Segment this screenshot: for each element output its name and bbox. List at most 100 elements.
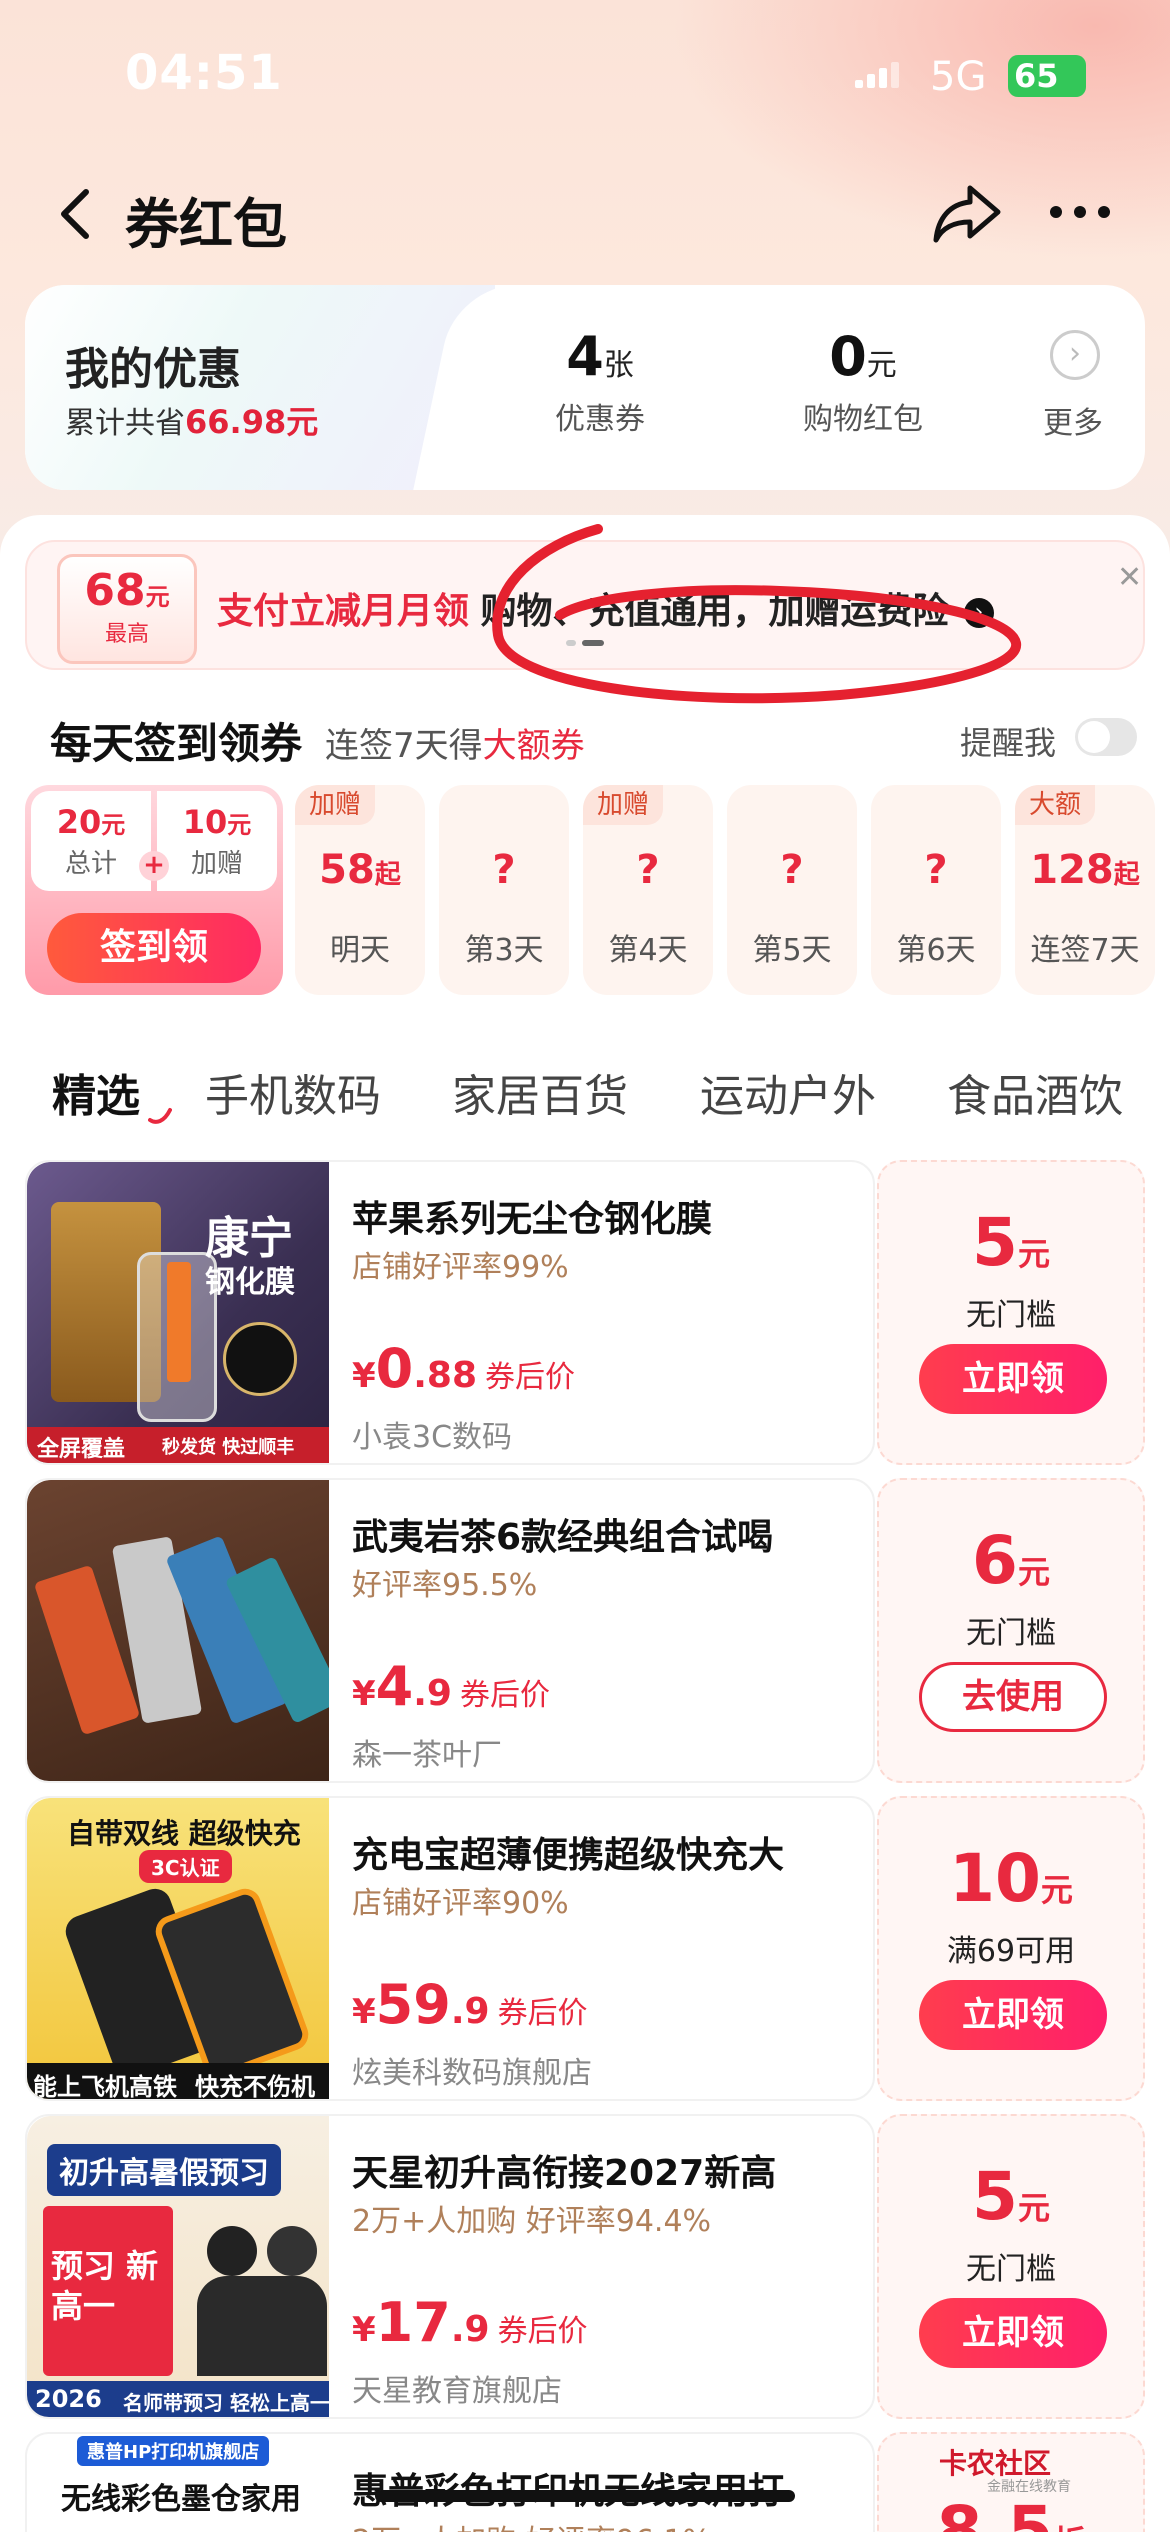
image-footer-text: 2026 xyxy=(35,2385,102,2413)
day-suffix: 起 xyxy=(374,860,401,890)
coupon-count-label: 优惠券 xyxy=(555,402,645,437)
coupon-unit: 元 xyxy=(1017,1235,1050,1273)
product-image: 康宁 钢化膜 全屏覆盖 秒发货 快过顺丰 xyxy=(27,1162,329,1463)
sign-in-card[interactable]: 20元 总计 10元 加赠 + 签到领 xyxy=(25,785,283,995)
tab-outdoor[interactable]: 运动户外 xyxy=(700,1060,876,1124)
sign-total-value: 20 xyxy=(56,803,102,841)
product-card[interactable]: 武夷岩茶6款经典组合试喝 好评率95.5% ¥4.9 券后价 森一茶叶厂 6元 无… xyxy=(25,1478,1145,1783)
tab-digital[interactable]: 手机数码 xyxy=(205,1060,381,1124)
claim-button[interactable]: 立即领 xyxy=(919,2298,1107,2368)
saved-amount: 66.98元 xyxy=(185,403,319,441)
teacher-avatar xyxy=(207,2226,257,2276)
remind-toggle[interactable] xyxy=(1075,718,1137,756)
day-label: 第3天 xyxy=(464,933,544,968)
product-info[interactable]: 惠普HP打印机旗舰店 无线彩色墨仓家用 惠普彩色打印机无线家用打 2万+人加购 … xyxy=(25,2432,875,2532)
product-meta: 好评率95.5% xyxy=(352,1568,538,1603)
price-dec: .9 xyxy=(450,2309,490,2350)
price-after: 券后价 xyxy=(497,1996,588,2031)
product-meta: 店铺好评率99% xyxy=(352,1250,569,1285)
product-image-subtext: 惠普HP打印机旗舰店 xyxy=(77,2436,270,2466)
day-suffix: 起 xyxy=(1113,860,1140,890)
plus-icon: + xyxy=(139,851,169,881)
coupon-amount: 6 xyxy=(972,1522,1018,1599)
chevron-right-icon[interactable]: › xyxy=(1050,330,1100,380)
sign-in-sub-highlight: 大额券 xyxy=(482,726,585,766)
red-packet-count[interactable]: 0元 购物红包 xyxy=(803,325,923,438)
coupon-unit: 元 xyxy=(1040,1871,1073,1909)
day-value: ? xyxy=(780,847,804,893)
tab-home[interactable]: 家居百货 xyxy=(452,1060,628,1124)
network-label: 5G xyxy=(930,54,987,100)
product-card[interactable]: 初升高暑假预习 预习 新高一 2026 名师带预习 轻松上高一 天星初升高衔接2… xyxy=(25,2114,1145,2419)
product-info[interactable]: 康宁 钢化膜 全屏覆盖 秒发货 快过顺丰 苹果系列无尘仓钢化膜 店铺好评率99%… xyxy=(25,1160,875,1465)
image-footer: 2026 名师带预习 轻松上高一 xyxy=(27,2381,329,2417)
price-dec: .88 xyxy=(413,1355,478,1396)
sign-in-button[interactable]: 签到领 xyxy=(47,913,261,983)
sign-in-sub-prefix: 连签7天得 xyxy=(325,726,483,766)
product-info[interactable]: 自带双线 超级快充 3C认证 能上飞机高铁 快充不伤机 充电宝超薄便携超级快充大… xyxy=(25,1796,875,2101)
price-dec: .9 xyxy=(450,1991,490,2032)
product-card[interactable]: 康宁 钢化膜 全屏覆盖 秒发货 快过顺丰 苹果系列无尘仓钢化膜 店铺好评率99%… xyxy=(25,1160,1145,1465)
product-meta: 店铺好评率90% xyxy=(352,1886,569,1921)
product-info[interactable]: 武夷岩茶6款经典组合试喝 好评率95.5% ¥4.9 券后价 森一茶叶厂 xyxy=(25,1478,875,1783)
product-title: 武夷岩茶6款经典组合试喝 xyxy=(352,1517,774,1558)
tab-food[interactable]: 食品酒饮 xyxy=(947,1060,1123,1124)
promo-tag-unit: 元 xyxy=(145,583,170,611)
day-label: 明天 xyxy=(330,933,390,968)
red-packet-value: 0 xyxy=(829,325,867,388)
day-label: 连签7天 xyxy=(1030,933,1140,968)
coupon-amount: 5 xyxy=(972,2158,1018,2235)
sign-bonus-value: 10 xyxy=(182,803,228,841)
product-image: 惠普HP打印机旗舰店 无线彩色墨仓家用 xyxy=(27,2434,329,2532)
image-footer-text: 秒发货 快过顺丰 xyxy=(162,1437,295,1458)
teacher-avatar xyxy=(267,2226,317,2276)
benefit-saved: 累计共省66.98元 xyxy=(65,397,318,443)
more-icon[interactable] xyxy=(1050,206,1114,220)
coupon-count[interactable]: 4张 优惠券 xyxy=(555,325,645,438)
home-indicator[interactable] xyxy=(375,2490,795,2502)
coupon-condition: 无门槛 xyxy=(966,1616,1056,1651)
image-footer-text: 全屏覆盖 xyxy=(37,1437,126,1462)
product-meta: 2万+人加购 好评率94.4% xyxy=(352,2204,712,2239)
price-after: 券后价 xyxy=(497,2314,588,2349)
day-badge: 加赠 xyxy=(295,785,376,825)
product-image: 初升高暑假预习 预习 新高一 2026 名师带预习 轻松上高一 xyxy=(27,2116,329,2417)
product-title: 苹果系列无尘仓钢化膜 xyxy=(352,1199,713,1240)
claim-button[interactable]: 立即领 xyxy=(919,1980,1107,2050)
price-after: 券后价 xyxy=(459,1678,550,1713)
shop-name: 森一茶叶厂 xyxy=(352,1738,502,1773)
product-card[interactable]: 自带双线 超级快充 3C认证 能上飞机高铁 快充不伤机 充电宝超薄便携超级快充大… xyxy=(25,1796,1145,2101)
my-benefits-card[interactable]: 我的优惠 累计共省66.98元 4张 优惠券 0元 购物红包 › 更多 xyxy=(25,285,1145,490)
promo-text-red: 支付立减月月领 xyxy=(217,591,470,632)
product-price: ¥0.88 券后价 xyxy=(352,1337,576,1400)
status-time: 04:51 xyxy=(125,45,283,101)
product-info[interactable]: 初升高暑假预习 预习 新高一 2026 名师带预习 轻松上高一 天星初升高衔接2… xyxy=(25,2114,875,2419)
sign-in-subtitle: 连签7天得大额券 xyxy=(325,718,585,767)
product-image: 自带双线 超级快充 3C认证 能上飞机高铁 快充不伤机 xyxy=(27,1798,329,2099)
day-badge: 加赠 xyxy=(583,785,664,825)
benefit-title: 我的优惠 xyxy=(65,344,241,395)
product-image xyxy=(27,1480,329,1781)
product-image-text: 自带双线 超级快充 xyxy=(67,1817,301,1850)
image-footer: 全屏覆盖 秒发货 快过顺丰 xyxy=(27,1427,329,1463)
product-price: ¥17.9 券后价 xyxy=(352,2291,588,2354)
coupon-unit: 元 xyxy=(1017,2189,1050,2227)
product-image-text: 无线彩色墨仓家用 xyxy=(61,2482,301,2517)
use-button[interactable]: 去使用 xyxy=(919,1662,1107,1732)
sign-total: 20元 总计 xyxy=(31,791,151,891)
day-card: ? 第5天 xyxy=(727,785,857,995)
close-icon[interactable]: ✕ xyxy=(1117,560,1142,595)
claim-button[interactable]: 立即领 xyxy=(919,1344,1107,1414)
product-title: 天星初升高衔接2027新高 xyxy=(352,2153,777,2194)
coupon-amount: 8.5 xyxy=(936,2492,1054,2532)
coupon-unit: 元 xyxy=(1017,1553,1050,1591)
back-icon[interactable] xyxy=(50,184,110,244)
product-card[interactable]: 惠普HP打印机旗舰店 无线彩色墨仓家用 惠普彩色打印机无线家用打 2万+人加购 … xyxy=(25,2432,1145,2532)
tab-featured[interactable]: 精选 xyxy=(52,1060,140,1124)
product-meta: 2万+人加购 好评率96.1% xyxy=(352,2516,711,2532)
more-link[interactable]: 更多 xyxy=(1043,398,1103,442)
image-footer-text: 名师带预习 轻松上高一 xyxy=(123,2391,329,2415)
annotation-circle xyxy=(492,524,1022,704)
badge-icon xyxy=(223,1322,297,1396)
share-icon[interactable] xyxy=(930,180,1004,246)
